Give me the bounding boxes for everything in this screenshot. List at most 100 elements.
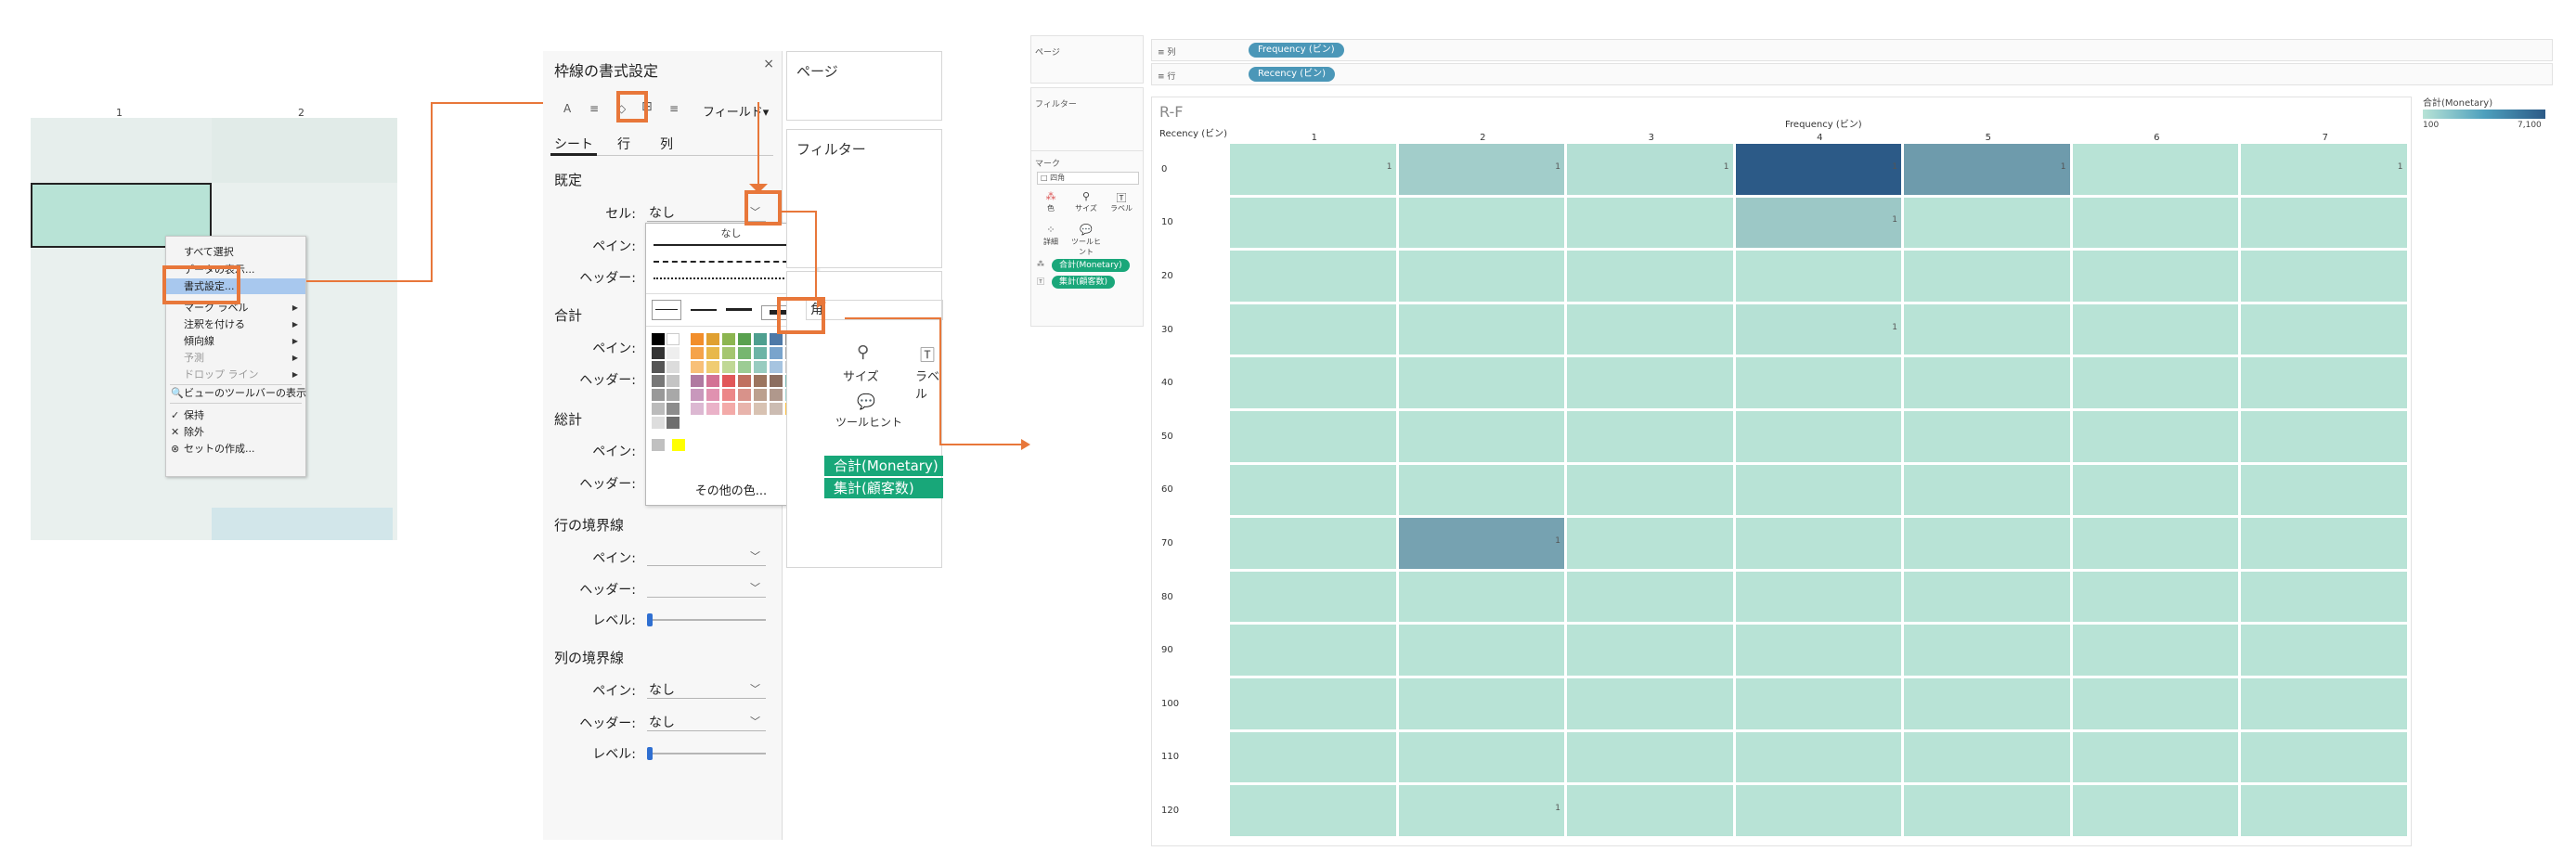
context-menu-item[interactable]: 保持 ✓ — [166, 407, 305, 423]
color-swatch[interactable] — [667, 403, 680, 415]
color-swatch[interactable] — [722, 361, 735, 373]
heatmap-cell[interactable]: 1 — [1735, 144, 1901, 195]
color-swatch[interactable] — [667, 361, 680, 373]
color-swatch[interactable] — [754, 403, 767, 415]
customer-count-pill[interactable]: 集計(顧客数) — [824, 478, 943, 498]
close-icon[interactable]: × — [763, 57, 774, 71]
heatmap-cell[interactable] — [1904, 464, 2070, 516]
heatmap-cell[interactable] — [2241, 303, 2407, 355]
heatmap-cell[interactable] — [1567, 251, 1733, 302]
color-swatch[interactable] — [738, 333, 751, 345]
col-header-dropdown[interactable]: なし ﹀ — [647, 713, 766, 731]
context-menu-item[interactable]: 除外 ✕ — [166, 424, 305, 440]
color-swatch[interactable] — [667, 333, 680, 345]
color-swatch[interactable] — [754, 361, 767, 373]
heatmap-cell[interactable] — [2072, 303, 2238, 355]
heatmap-cell[interactable] — [1904, 251, 2070, 302]
detail-button[interactable]: 詳細 — [1037, 237, 1065, 247]
color-swatch[interactable] — [738, 361, 751, 373]
context-menu-item[interactable]: 傾向線 ▶ — [166, 333, 305, 349]
tab-rows[interactable]: 行 — [617, 135, 630, 153]
color-swatch[interactable] — [770, 375, 783, 387]
heatmap-cell[interactable] — [1230, 678, 1396, 729]
color-swatch[interactable] — [667, 417, 680, 429]
heatmap-cell[interactable] — [2072, 464, 2238, 516]
heatmap-cell[interactable] — [1735, 518, 1901, 569]
heatmap-cell[interactable] — [1398, 731, 1564, 783]
heatmap-cell[interactable] — [1567, 197, 1733, 249]
heatmap-cell[interactable] — [1904, 357, 2070, 408]
heatmap-cell[interactable] — [2072, 411, 2238, 462]
heatmap-cell[interactable] — [1398, 625, 1564, 676]
label-button[interactable]: ラベル — [915, 367, 941, 402]
heatmap-cell[interactable] — [1567, 571, 1733, 623]
heatmap-cell[interactable] — [1230, 785, 1396, 836]
heatmap-cell[interactable] — [1904, 518, 2070, 569]
heatmap-cell[interactable] — [1398, 464, 1564, 516]
heatmap-cell[interactable] — [1230, 571, 1396, 623]
color-swatch[interactable] — [770, 347, 783, 359]
color-swatch[interactable] — [770, 403, 783, 415]
heatmap-cell[interactable] — [1735, 411, 1901, 462]
heatmap-cell[interactable] — [2072, 357, 2238, 408]
heatmap-cell[interactable]: 1 — [1230, 144, 1396, 195]
heatmap-cell[interactable] — [1230, 251, 1396, 302]
font-icon[interactable]: A — [563, 102, 571, 115]
row-pane-dropdown[interactable]: ﹀ — [647, 548, 766, 566]
heatmap-cell[interactable] — [1567, 464, 1733, 516]
heatmap-cell[interactable] — [2072, 197, 2238, 249]
heatmap-cell[interactable] — [1230, 625, 1396, 676]
color-swatch[interactable] — [706, 403, 719, 415]
color-swatch[interactable] — [706, 347, 719, 359]
color-swatch[interactable] — [706, 333, 719, 345]
color-swatch[interactable] — [691, 361, 704, 373]
col-level-slider[interactable] — [647, 747, 766, 760]
line-weight-1-option[interactable] — [652, 300, 681, 320]
heatmap-cell[interactable] — [1904, 731, 2070, 783]
color-swatch[interactable] — [770, 333, 783, 345]
frequency-pill[interactable]: Frequency (ビン) — [1249, 43, 1344, 58]
solid-line-option[interactable] — [654, 244, 807, 246]
heatmap-cell[interactable] — [1398, 251, 1564, 302]
heatmap-cell[interactable] — [1567, 625, 1733, 676]
size-button[interactable]: サイズ — [843, 367, 879, 384]
dashed-line-option[interactable] — [654, 261, 807, 263]
label-button[interactable]: ラベル — [1107, 203, 1135, 213]
color-swatch[interactable] — [667, 347, 680, 359]
color-swatch[interactable] — [706, 375, 719, 387]
heatmap-cell[interactable] — [2241, 571, 2407, 623]
heatmap-cell[interactable] — [1398, 411, 1564, 462]
color-swatch[interactable] — [652, 347, 665, 359]
heatmap-cell[interactable] — [1230, 411, 1396, 462]
line-weight-3-option[interactable] — [726, 308, 752, 311]
recency-pill[interactable]: Recency (ビン) — [1249, 67, 1336, 82]
heatmap-cell[interactable] — [2072, 571, 2238, 623]
heatmap-cell[interactable] — [2241, 251, 2407, 302]
heatmap-cell[interactable] — [1230, 303, 1396, 355]
heatmap-cell[interactable] — [2241, 785, 2407, 836]
tooltip-button[interactable]: ツールヒント — [1070, 237, 1102, 257]
heatmap-cell[interactable] — [1567, 411, 1733, 462]
heatmap-cell[interactable] — [1735, 571, 1901, 623]
color-swatch[interactable] — [691, 403, 704, 415]
context-menu-item[interactable]: セットの作成... ⊗ — [166, 441, 305, 457]
heatmap-cell[interactable] — [2072, 518, 2238, 569]
color-swatch[interactable] — [691, 389, 704, 401]
heatmap-cell[interactable] — [1567, 785, 1733, 836]
size-button[interactable]: サイズ — [1072, 203, 1100, 213]
heatmap-cell[interactable] — [2241, 464, 2407, 516]
color-swatch[interactable] — [706, 389, 719, 401]
heatmap-cell[interactable] — [1567, 678, 1733, 729]
color-swatch[interactable] — [738, 403, 751, 415]
color-button[interactable]: 色 — [1037, 203, 1065, 213]
heatmap-cell[interactable]: 1 — [1567, 144, 1733, 195]
monetary-pill[interactable]: 合計(Monetary) — [824, 456, 943, 476]
heatmap-cell[interactable] — [1904, 678, 2070, 729]
heatmap-cell[interactable] — [2072, 251, 2238, 302]
heatmap-cell[interactable] — [2072, 625, 2238, 676]
heatmap-cell[interactable] — [1230, 731, 1396, 783]
heatmap-cell[interactable] — [2241, 731, 2407, 783]
heatmap-cell[interactable] — [1735, 678, 1901, 729]
tooltip-button[interactable]: ツールヒント — [835, 414, 902, 430]
heatmap-cell[interactable] — [1735, 785, 1901, 836]
